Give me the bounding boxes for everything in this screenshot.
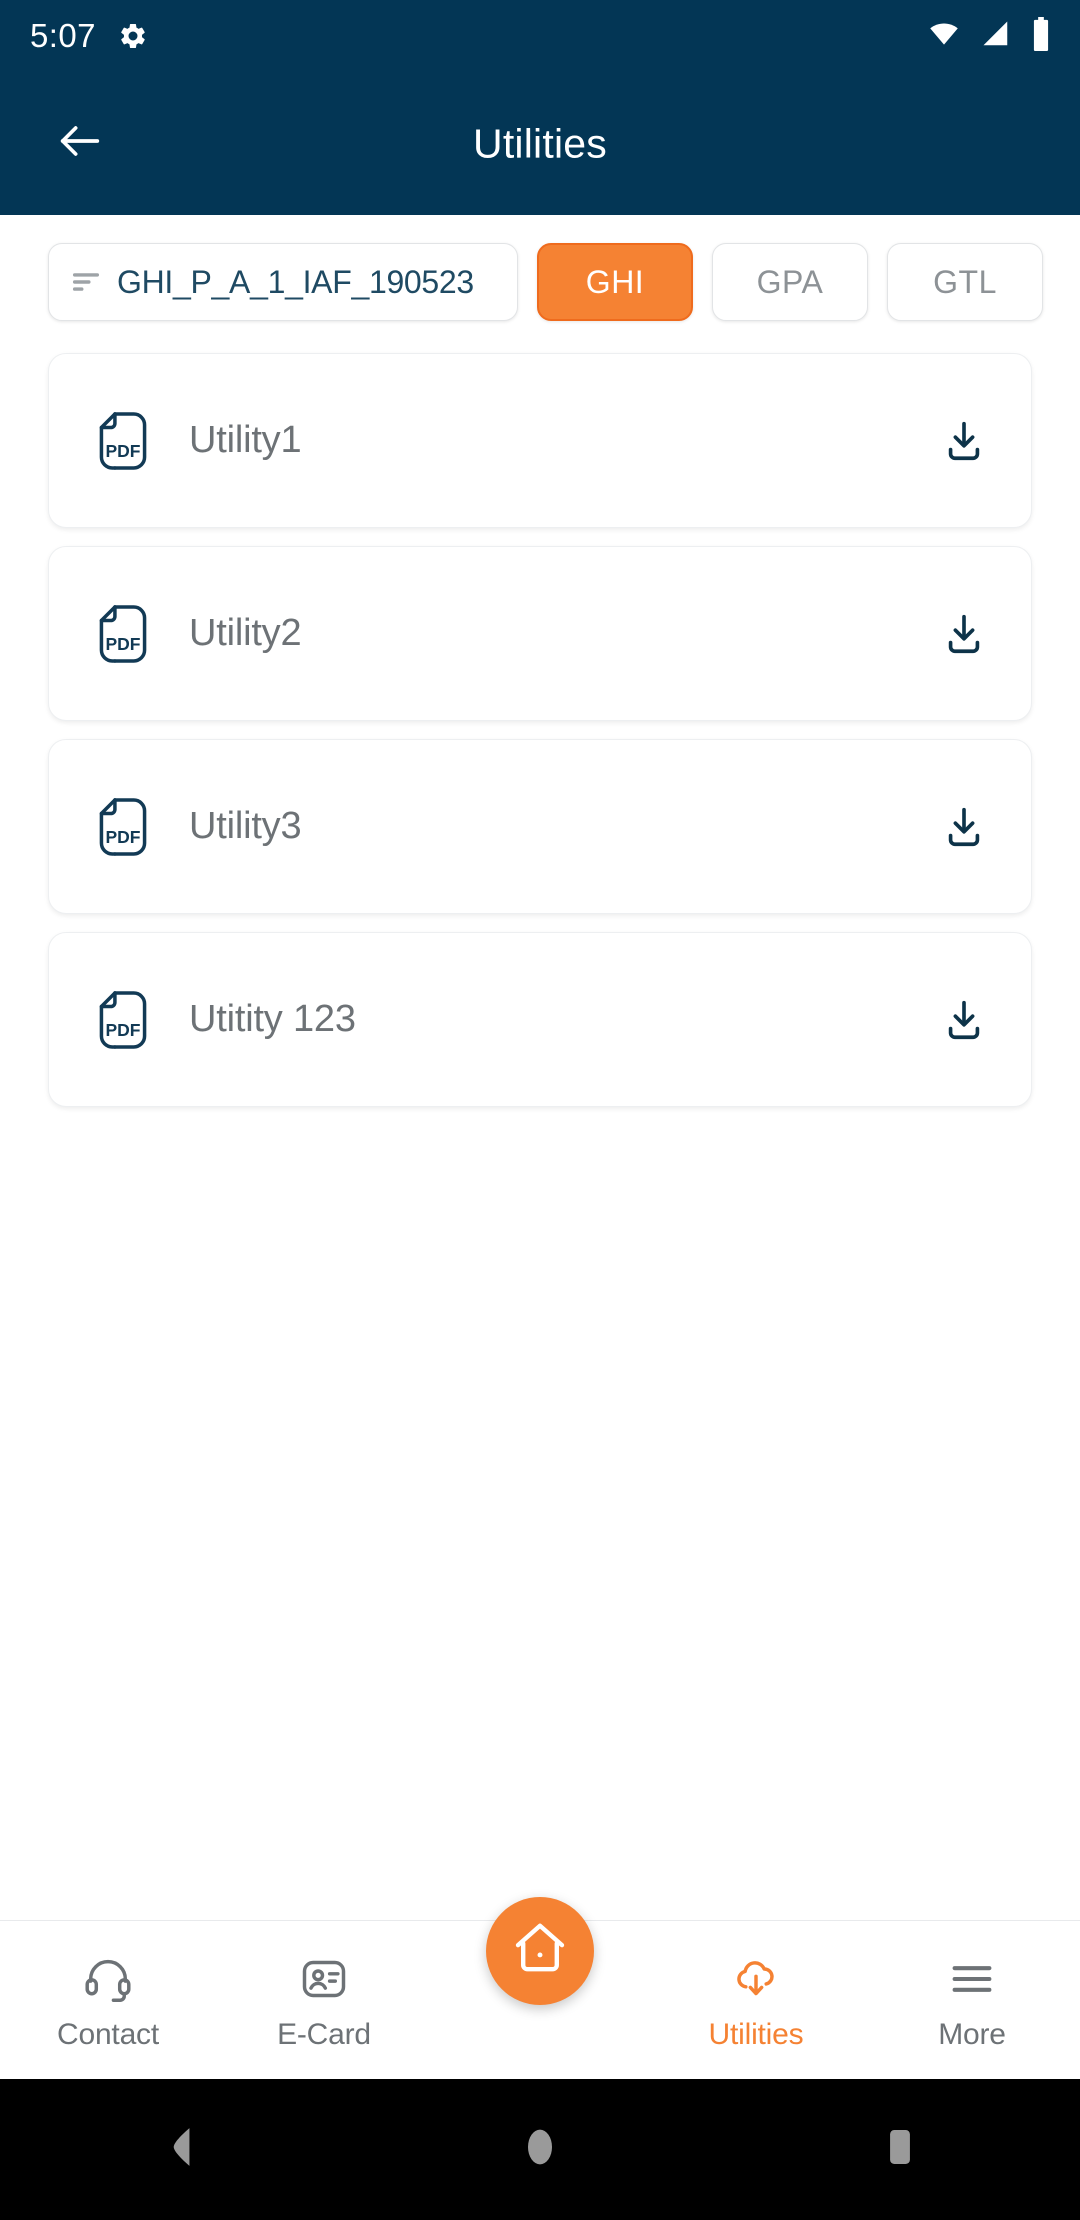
document-name: Utility2 [189, 612, 302, 654]
nav-item-utilities[interactable]: Utilities [648, 1921, 864, 2080]
home-icon [509, 1918, 571, 1985]
filter-policy-value: GHI_P_A_1_IAF_190523 [117, 263, 474, 300]
filter-chip-ghi-label: GHI [585, 263, 645, 300]
cloud-download-icon [730, 1950, 782, 2008]
download-icon[interactable] [941, 611, 987, 657]
page-title: Utilities [473, 120, 607, 166]
pdf-file-icon: PDF [95, 796, 151, 858]
main-content: GHI_P_A_1_IAF_190523 GHI GPA GTL PDF Uti… [0, 215, 1080, 1912]
gear-icon [118, 21, 148, 51]
document-row[interactable]: PDF Utility2 [48, 546, 1032, 721]
app-bar: Utilities [0, 72, 1080, 215]
android-home-button[interactable] [465, 2079, 615, 2220]
filter-chip-gpa-label: GPA [756, 263, 824, 300]
android-recents-icon [883, 2125, 917, 2174]
document-row[interactable]: PDF Utility3 [48, 739, 1032, 914]
download-icon[interactable] [941, 804, 987, 850]
filter-row: GHI_P_A_1_IAF_190523 GHI GPA GTL [0, 215, 1080, 321]
svg-text:PDF: PDF [105, 441, 140, 461]
id-card-icon [298, 1950, 350, 2008]
status-bar-indicators [926, 16, 1052, 56]
document-row[interactable]: PDF Utility1 [48, 353, 1032, 528]
document-row[interactable]: PDF Utitity 123 [48, 932, 1032, 1107]
nav-item-ecard[interactable]: E-Card [216, 1921, 432, 2080]
document-name: Utility1 [189, 419, 302, 461]
android-back-button[interactable] [105, 2079, 255, 2220]
wifi-icon [926, 19, 962, 54]
android-navigation-bar [0, 2079, 1080, 2220]
filter-chip-gpa[interactable]: GPA [712, 243, 868, 321]
android-back-icon [161, 2125, 199, 2174]
nav-item-more[interactable]: More [864, 1921, 1080, 2080]
svg-text:PDF: PDF [105, 827, 140, 847]
android-home-icon [524, 2124, 556, 2175]
nav-label-more: More [938, 2017, 1006, 2051]
document-name: Utility3 [189, 805, 302, 847]
download-icon[interactable] [941, 418, 987, 464]
filter-sort-icon [69, 265, 103, 299]
filter-policy-field[interactable]: GHI_P_A_1_IAF_190523 [48, 243, 518, 321]
filter-chip-gtl[interactable]: GTL [887, 243, 1043, 321]
filter-chip-gtl-label: GTL [933, 263, 997, 300]
document-list: PDF Utility1 PDF Utility2 PDF Utility3 P… [0, 321, 1080, 1107]
cellular-signal-icon [979, 19, 1013, 54]
download-icon[interactable] [941, 997, 987, 1043]
hamburger-menu-icon [946, 1950, 998, 2008]
nav-label-contact: Contact [57, 2017, 159, 2051]
status-bar: 5:07 [0, 0, 1080, 72]
filter-chip-ghi[interactable]: GHI [537, 243, 693, 321]
document-name: Utitity 123 [189, 998, 356, 1040]
nav-item-contact[interactable]: Contact [0, 1921, 216, 2080]
battery-icon [1030, 16, 1052, 56]
nav-label-utilities: Utilities [708, 2017, 804, 2051]
android-recents-button[interactable] [825, 2079, 975, 2220]
svg-text:PDF: PDF [105, 1020, 140, 1040]
headset-icon [82, 1950, 134, 2008]
nav-label-ecard: E-Card [277, 2017, 371, 2051]
pdf-file-icon: PDF [95, 410, 151, 472]
home-fab-button[interactable] [486, 1897, 594, 2005]
svg-text:PDF: PDF [105, 634, 140, 654]
status-bar-clock: 5:07 [30, 17, 96, 54]
pdf-file-icon: PDF [95, 989, 151, 1051]
pdf-file-icon: PDF [95, 603, 151, 665]
app-screen: 5:07 Utilities GHI_P_A_1_IAF_190523 GHI … [0, 0, 1080, 2220]
